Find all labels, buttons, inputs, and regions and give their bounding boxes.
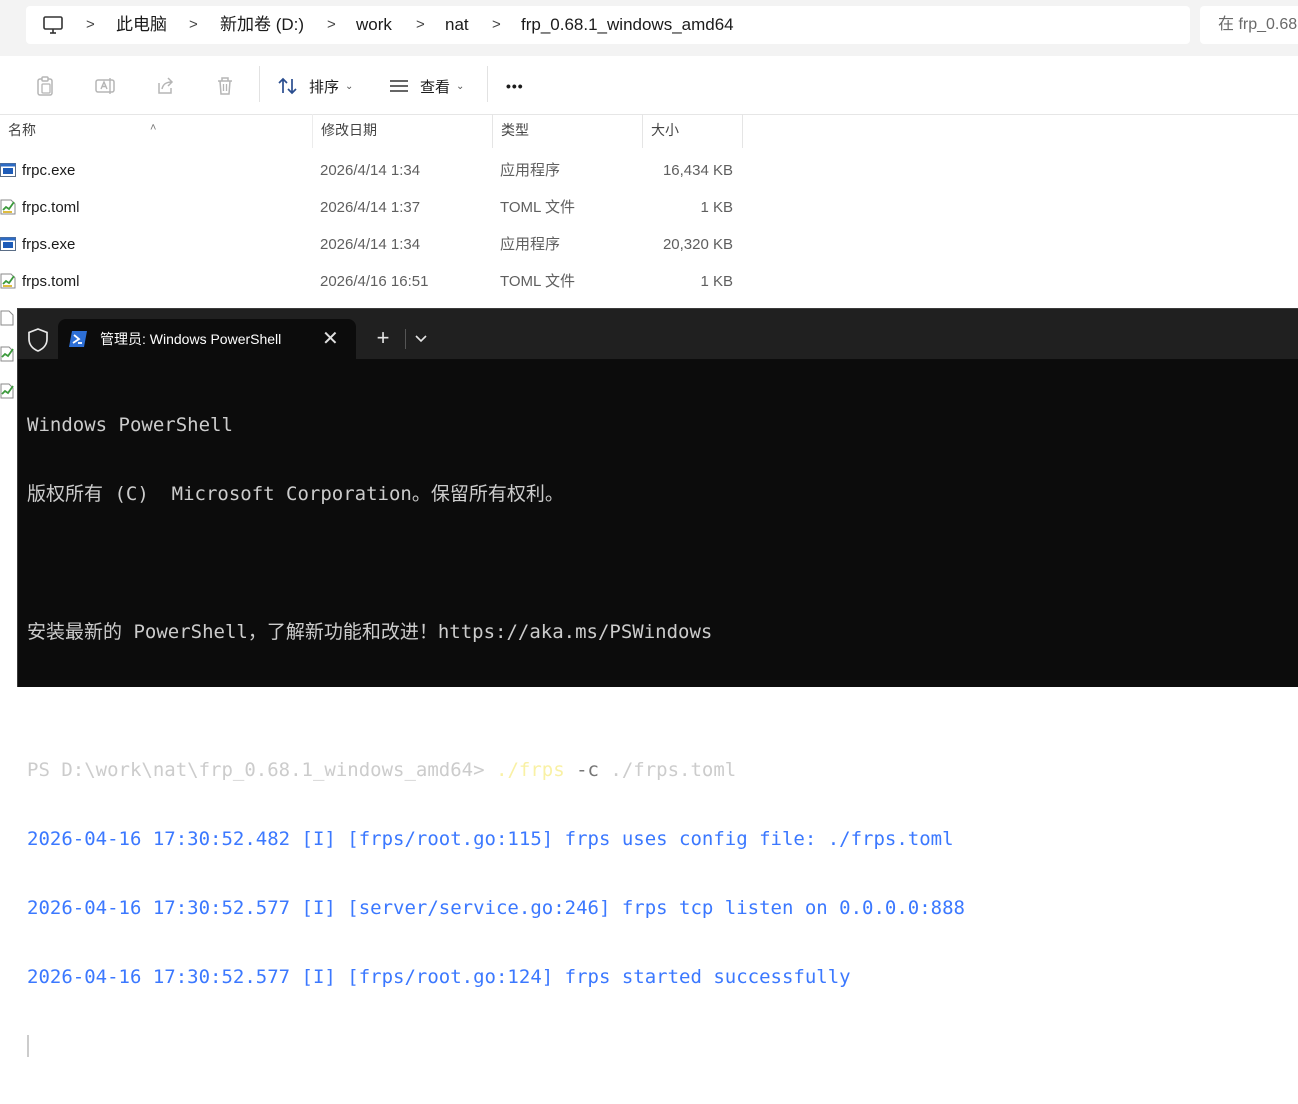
file-name[interactable]: frps.exe bbox=[22, 226, 75, 263]
tab-dropdown-button[interactable] bbox=[412, 323, 430, 353]
column-header-size[interactable]: 大小 bbox=[643, 114, 743, 148]
console-line: 版权所有 (C) Microsoft Corporation。保留所有权利。 bbox=[27, 483, 564, 505]
new-tab-button[interactable]: + bbox=[372, 323, 394, 353]
admin-shield-icon bbox=[28, 328, 48, 352]
chevron-down-icon: ⌄ bbox=[456, 80, 465, 92]
tab-divider bbox=[405, 329, 406, 349]
this-pc-icon[interactable] bbox=[42, 15, 64, 35]
toml-file-icon bbox=[0, 273, 16, 289]
text-cursor bbox=[27, 1035, 29, 1057]
sort-label: 排序 bbox=[309, 78, 340, 96]
console-command-line: PS D:\work\nat\frp_0.68.1_windows_amd64>… bbox=[27, 759, 965, 782]
delete-icon[interactable] bbox=[213, 74, 237, 98]
chevron-down-icon bbox=[415, 335, 427, 343]
chevron-down-icon: ⌄ bbox=[345, 80, 354, 92]
file-modified: 2026/4/14 1:37 bbox=[320, 199, 421, 216]
file-name[interactable]: frpc.toml bbox=[22, 189, 80, 226]
file-modified: 2026/4/14 1:34 bbox=[320, 162, 421, 179]
file-size: 1 KB bbox=[700, 273, 733, 290]
search-box[interactable]: 在 frp_0.68 bbox=[1200, 6, 1298, 44]
breadcrumb-nat[interactable]: nat bbox=[445, 6, 469, 44]
exe-icon bbox=[0, 237, 16, 251]
terminal-tab-active[interactable]: 管理员: Windows PowerShell ✕ bbox=[58, 319, 356, 359]
exe-icon bbox=[0, 163, 16, 177]
console-line: Windows PowerShell bbox=[27, 414, 233, 436]
file-size: 16,434 KB bbox=[662, 162, 733, 179]
file-row[interactable]: frpc.exe 2026/4/14 1:34 应用程序 16,434 KB bbox=[0, 152, 760, 189]
file-row[interactable]: frps.toml 2026/4/16 16:51 TOML 文件 1 KB bbox=[0, 263, 760, 300]
command-flag: -c bbox=[564, 759, 599, 781]
column-label-name: 名称 bbox=[8, 122, 36, 138]
column-header-row: 名称 ˄ 修改日期 类型 大小 bbox=[0, 114, 1298, 148]
log-line: 2026-04-16 17:30:52.482 [I] [frps/root.g… bbox=[27, 828, 954, 850]
sort-ascending-icon: ˄ bbox=[150, 122, 157, 134]
console-input-line[interactable] bbox=[27, 1035, 965, 1058]
command-arg: ./frps.toml bbox=[598, 759, 737, 781]
terminal-tab-bar: 管理员: Windows PowerShell ✕ + bbox=[18, 309, 1298, 359]
address-bar[interactable]: > 此电脑 > 新加卷 (D:) > work > nat > frp_0.68… bbox=[26, 6, 1190, 44]
view-list-icon bbox=[390, 80, 408, 92]
toolbar-divider bbox=[259, 66, 260, 102]
command-bar: 排序 ⌄ 查看 ⌄ ••• bbox=[0, 56, 1298, 115]
breadcrumb-chevron-icon[interactable]: > bbox=[416, 6, 425, 44]
toolbar-divider bbox=[487, 66, 488, 102]
breadcrumb-chevron-icon[interactable]: > bbox=[189, 6, 198, 44]
console-line: 安装最新的 PowerShell，了解新功能和改进！https://aka.ms… bbox=[27, 621, 713, 643]
file-type: 应用程序 bbox=[500, 162, 561, 179]
file-name[interactable]: frpc.exe bbox=[22, 152, 75, 189]
file-size: 1 KB bbox=[700, 199, 733, 216]
search-placeholder: 在 frp_0.68 bbox=[1218, 16, 1298, 33]
breadcrumb-drive-d[interactable]: 新加卷 (D:) bbox=[220, 6, 304, 44]
powershell-icon bbox=[69, 331, 87, 347]
breadcrumb-chevron-icon[interactable]: > bbox=[86, 6, 95, 44]
file-row[interactable]: frps.exe 2026/4/14 1:34 应用程序 20,320 KB bbox=[0, 226, 760, 263]
column-header-type[interactable]: 类型 bbox=[493, 114, 643, 148]
breadcrumb-this-pc[interactable]: 此电脑 bbox=[116, 6, 167, 44]
breadcrumb-chevron-icon[interactable]: > bbox=[492, 6, 501, 44]
rename-icon[interactable] bbox=[93, 74, 117, 98]
view-button[interactable]: 查看 ⌄ bbox=[388, 72, 464, 100]
column-header-name[interactable]: 名称 ˄ bbox=[0, 114, 313, 148]
view-label: 查看 bbox=[420, 78, 451, 96]
toml-file-icon bbox=[0, 199, 16, 215]
sort-button[interactable]: 排序 ⌄ bbox=[277, 72, 353, 100]
paste-icon[interactable] bbox=[33, 74, 57, 98]
log-line: 2026-04-16 17:30:52.577 [I] [frps/root.g… bbox=[27, 966, 851, 988]
address-row: > 此电脑 > 新加卷 (D:) > work > nat > frp_0.68… bbox=[0, 0, 1298, 56]
toml-file-icon[interactable] bbox=[0, 383, 14, 399]
toml-file-icon[interactable] bbox=[0, 346, 14, 362]
breadcrumb-current-folder[interactable]: frp_0.68.1_windows_amd64 bbox=[521, 6, 734, 44]
file-icon[interactable] bbox=[0, 310, 14, 326]
file-modified: 2026/4/14 1:34 bbox=[320, 236, 421, 253]
breadcrumb-work[interactable]: work bbox=[356, 6, 392, 44]
file-row[interactable]: frpc.toml 2026/4/14 1:37 TOML 文件 1 KB bbox=[0, 189, 760, 226]
file-name[interactable]: frps.toml bbox=[22, 263, 80, 300]
share-icon[interactable] bbox=[153, 74, 177, 98]
sort-icon bbox=[278, 77, 297, 95]
column-header-modified[interactable]: 修改日期 bbox=[313, 114, 493, 148]
file-type: 应用程序 bbox=[500, 236, 561, 253]
file-size: 20,320 KB bbox=[662, 236, 733, 253]
file-type: TOML 文件 bbox=[500, 199, 576, 216]
prompt-text: PS D:\work\nat\frp_0.68.1_windows_amd64> bbox=[27, 759, 496, 781]
powershell-terminal-window[interactable]: 管理员: Windows PowerShell ✕ + Windows Powe… bbox=[17, 308, 1298, 1057]
tab-title: 管理员: Windows PowerShell bbox=[100, 331, 282, 347]
log-line: 2026-04-16 17:30:52.577 [I] [server/serv… bbox=[27, 897, 965, 919]
file-type: TOML 文件 bbox=[500, 273, 576, 290]
file-modified: 2026/4/16 16:51 bbox=[320, 273, 429, 290]
close-tab-icon[interactable]: ✕ bbox=[322, 319, 339, 359]
more-options-button[interactable]: ••• bbox=[506, 72, 524, 100]
command-text: ./frps bbox=[496, 759, 565, 781]
breadcrumb-chevron-icon[interactable]: > bbox=[327, 6, 336, 44]
console-output[interactable]: Windows PowerShell 版权所有 (C) Microsoft Co… bbox=[27, 368, 965, 1104]
